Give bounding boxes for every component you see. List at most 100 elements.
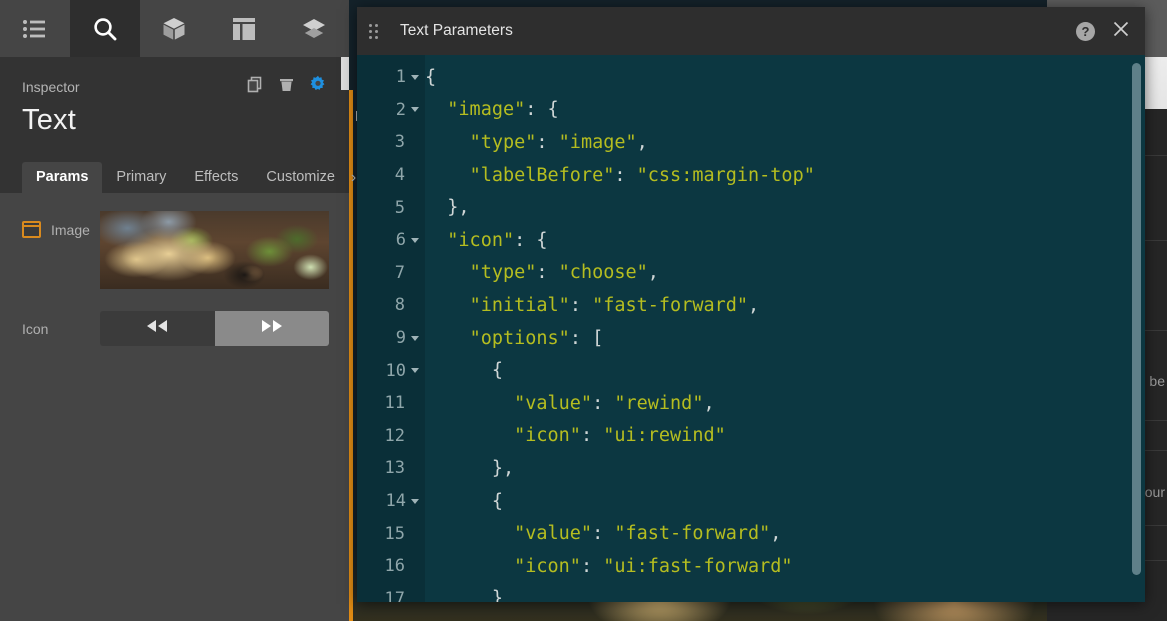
editor-line-number: 12 [357, 420, 425, 453]
text-parameters-dialog: Text Parameters ? 1234567891011121314151… [357, 7, 1145, 602]
fold-placeholder [410, 173, 419, 178]
editor-line-number: 3 [357, 126, 425, 159]
fold-placeholder [410, 140, 419, 145]
fold-arrow-icon[interactable] [411, 107, 419, 112]
editor-line-number: 4 [357, 159, 425, 192]
fold-placeholder [410, 466, 419, 471]
icon-option-fast-forward[interactable] [215, 311, 330, 346]
gear-icon[interactable] [309, 75, 327, 98]
editor-line-number: 1 [357, 61, 425, 94]
editor-line-number: 17 [357, 583, 425, 603]
editor-code-line[interactable]: { [425, 354, 1145, 387]
image-swatch-icon [22, 221, 41, 238]
editor-line-number: 7 [357, 257, 425, 290]
editor-line-number: 13 [357, 452, 425, 485]
editor-code-line[interactable]: "value": "fast-forward", [425, 517, 1145, 550]
inspector-scrollbar[interactable] [341, 57, 349, 90]
dialog-title-actions: ? [1076, 19, 1131, 44]
fold-placeholder [410, 303, 419, 308]
icon-option-rewind[interactable] [100, 311, 215, 346]
search-icon [92, 16, 118, 42]
fold-placeholder [410, 596, 419, 601]
image-field-label: Image [51, 222, 90, 238]
editor-code-line[interactable]: }, [425, 452, 1145, 485]
params-body: Image Icon [0, 193, 349, 621]
toolbar-button-search[interactable] [70, 0, 140, 57]
fold-arrow-icon[interactable] [411, 75, 419, 80]
layers-icon [301, 17, 327, 41]
editor-gutter: 1234567891011121314151617 [357, 55, 425, 602]
fold-placeholder [410, 531, 419, 536]
fold-placeholder [410, 205, 419, 210]
dialog-title: Text Parameters [400, 22, 1076, 40]
editor-line-number: 16 [357, 550, 425, 583]
toolbar-button-assets[interactable] [140, 0, 210, 57]
tab-params[interactable]: Params [22, 162, 102, 193]
tab-effects[interactable]: Effects [180, 162, 252, 193]
inspector-label: Inspector [22, 79, 80, 95]
help-icon[interactable]: ? [1076, 22, 1095, 41]
toolbar-button-layers[interactable] [279, 0, 349, 57]
fold-placeholder [410, 401, 419, 406]
fold-placeholder [410, 564, 419, 569]
fast-forward-icon [259, 318, 285, 339]
close-icon[interactable] [1111, 19, 1131, 44]
editor-code-area[interactable]: { "image": { "type": "image", "labelBefo… [425, 55, 1145, 602]
inspector-tabs: ParamsPrimaryEffectsCustomize› [0, 159, 349, 193]
list-icon [22, 18, 48, 40]
fold-arrow-icon[interactable] [411, 368, 419, 373]
editor-code-line[interactable]: { [425, 61, 1145, 94]
dialog-titlebar[interactable]: Text Parameters ? [357, 7, 1145, 55]
editor-line-number: 5 [357, 191, 425, 224]
cube-icon [161, 16, 187, 42]
editor-scrollbar[interactable] [1132, 63, 1141, 573]
inspector-header-actions [247, 75, 327, 98]
fold-arrow-icon[interactable] [411, 499, 419, 504]
fold-placeholder [410, 433, 419, 438]
json-code-editor[interactable]: 1234567891011121314151617 { "image": { "… [357, 55, 1145, 602]
editor-code-line[interactable]: }, [425, 191, 1145, 224]
inspector-panel: Inspector [0, 0, 349, 621]
editor-line-number: 8 [357, 289, 425, 322]
editor-code-line[interactable]: "options": [ [425, 322, 1145, 355]
editor-code-line[interactable]: "value": "rewind", [425, 387, 1145, 420]
toolbar-button-layout[interactable] [209, 0, 279, 57]
fold-arrow-icon[interactable] [411, 336, 419, 341]
page-title: Text [0, 98, 349, 137]
editor-code-line[interactable]: } [425, 583, 1145, 603]
editor-line-number: 10 [357, 354, 425, 387]
fold-placeholder [410, 270, 419, 275]
primary-toolbar [0, 0, 349, 57]
editor-code-line[interactable]: "type": "choose", [425, 257, 1145, 290]
editor-code-line[interactable]: "icon": { [425, 224, 1145, 257]
tab-primary[interactable]: Primary [102, 162, 180, 193]
layout-icon [232, 17, 256, 41]
icon-field-left: Icon [22, 321, 100, 337]
editor-code-line[interactable]: "icon": "ui:rewind" [425, 420, 1145, 453]
editor-line-number: 6 [357, 224, 425, 257]
editor-line-number: 11 [357, 387, 425, 420]
drag-handle-icon[interactable] [369, 24, 378, 39]
fold-arrow-icon[interactable] [411, 238, 419, 243]
editor-code-line[interactable]: "icon": "ui:fast-forward" [425, 550, 1145, 583]
toolbar-button-list[interactable] [0, 0, 70, 57]
duplicate-icon[interactable] [247, 76, 264, 98]
inspector-header: Inspector [0, 57, 349, 98]
icon-choice-group [100, 311, 329, 346]
editor-line-number: 9 [357, 322, 425, 355]
editor-code-line[interactable]: "image": { [425, 94, 1145, 127]
icon-field-row: Icon [0, 289, 349, 346]
image-field-left: Image [22, 211, 100, 238]
image-thumbnail[interactable] [100, 211, 329, 289]
background-partial-text: be [1149, 373, 1165, 389]
app-root: beyour H Inspector [0, 0, 1167, 621]
tab-customize[interactable]: Customize [252, 162, 349, 193]
trash-icon[interactable] [278, 76, 295, 98]
editor-code-line[interactable]: "type": "image", [425, 126, 1145, 159]
image-thumbnail-preview [100, 211, 329, 289]
editor-code-line[interactable]: "labelBefore": "css:margin-top" [425, 159, 1145, 192]
editor-code-line[interactable]: "initial": "fast-forward", [425, 289, 1145, 322]
editor-code-line[interactable]: { [425, 485, 1145, 518]
editor-line-number: 15 [357, 517, 425, 550]
editor-line-number: 2 [357, 94, 425, 127]
